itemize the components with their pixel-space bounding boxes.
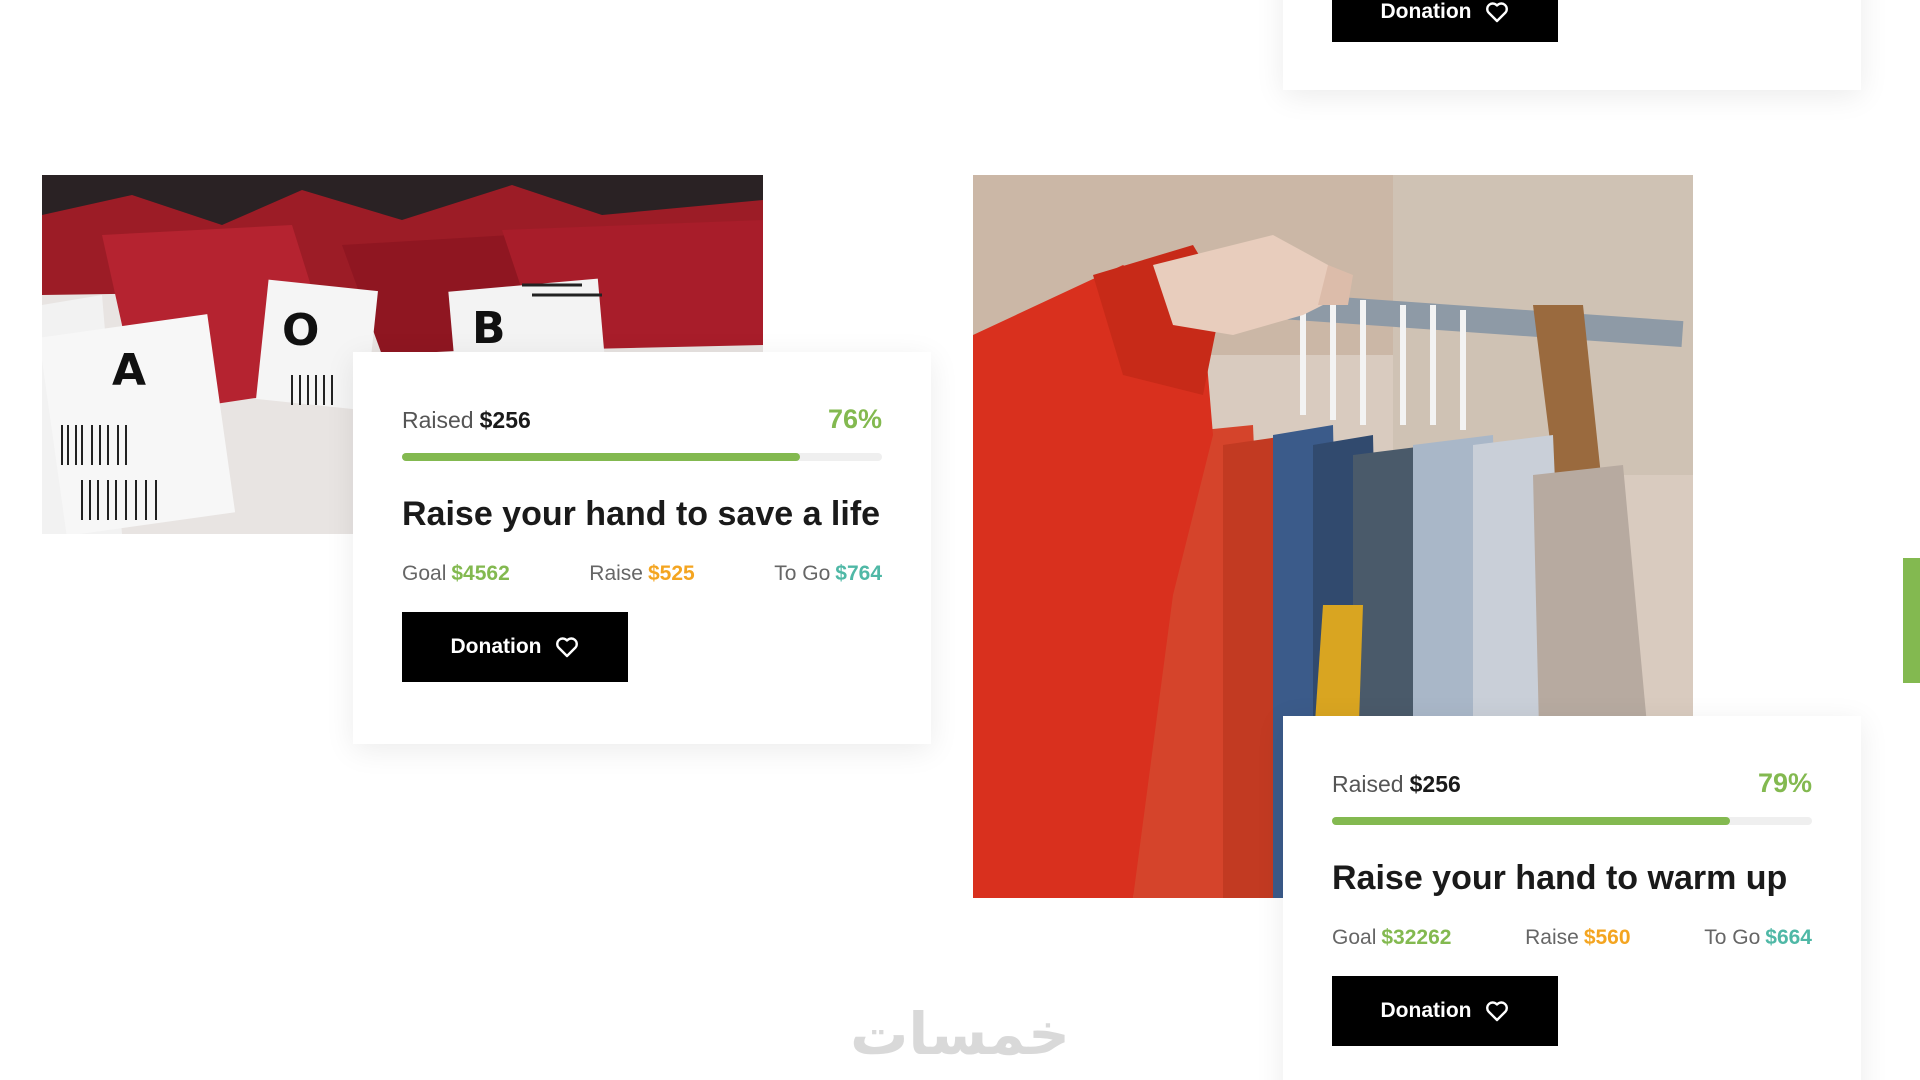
goal-label: Goal bbox=[402, 562, 447, 585]
campaign-card-top: Donation bbox=[1283, 0, 1861, 90]
svg-text:B: B bbox=[472, 303, 506, 354]
donate-button-label: Donation bbox=[450, 635, 542, 658]
raised-label: Raised bbox=[1332, 771, 1404, 797]
raise-stat: Raise $560 bbox=[1525, 926, 1630, 950]
raise-label: Raise bbox=[1525, 926, 1579, 949]
raise-value: $560 bbox=[1583, 926, 1631, 949]
progress-percent: 76% bbox=[827, 404, 882, 434]
heart-icon bbox=[1486, 2, 1509, 23]
togo-value: $664 bbox=[1765, 926, 1812, 949]
raise-value: $525 bbox=[648, 562, 695, 585]
campaign-title[interactable]: Raise your hand to warm up bbox=[1332, 859, 1812, 898]
scrollbar-thumb[interactable] bbox=[1903, 558, 1920, 683]
progress-bar-fill bbox=[402, 453, 801, 461]
goal-value: $32262 bbox=[1381, 926, 1452, 949]
heart-icon bbox=[1486, 1001, 1509, 1022]
progress-bar-fill bbox=[1332, 817, 1731, 825]
goal-stat: Goal $32262 bbox=[1332, 926, 1451, 950]
goal-label: Goal bbox=[1332, 926, 1377, 949]
campaign-title[interactable]: Raise your hand to save a life bbox=[402, 495, 882, 534]
campaign-card: Raised $256 79% Raise your hand to warm u… bbox=[1283, 716, 1861, 1080]
svg-text:O: O bbox=[282, 305, 319, 356]
raised-row: Raised $256 79% bbox=[1332, 768, 1812, 799]
donate-button-top[interactable]: Donation bbox=[1332, 0, 1558, 42]
stats-row: Goal $32262 Raise $560 To Go $664 bbox=[1332, 926, 1812, 950]
raised-value: $256 bbox=[1409, 771, 1461, 797]
goal-stat: Goal $4562 bbox=[402, 562, 510, 586]
raise-stat: Raise $525 bbox=[589, 562, 694, 586]
raised-value: $256 bbox=[479, 407, 531, 433]
togo-value: $764 bbox=[835, 562, 882, 585]
togo-label: To Go bbox=[1704, 926, 1761, 949]
progress-bar bbox=[1332, 817, 1812, 825]
goal-value: $4562 bbox=[451, 562, 510, 585]
svg-text:A: A bbox=[112, 345, 146, 396]
togo-stat: To Go $764 bbox=[774, 562, 882, 586]
watermark-logo: خمسات bbox=[850, 1000, 1070, 1068]
donate-button-label: Donation bbox=[1380, 999, 1472, 1022]
donate-button[interactable]: Donation bbox=[1332, 976, 1558, 1046]
page: Donation A O B Raised $256 76% Raise you… bbox=[0, 0, 1920, 1080]
campaign-card: Raised $256 76% Raise your hand to save a… bbox=[353, 352, 931, 744]
raised-row: Raised $256 76% bbox=[402, 404, 882, 435]
togo-stat: To Go $664 bbox=[1704, 926, 1812, 950]
togo-label: To Go bbox=[774, 562, 831, 585]
stats-row: Goal $4562 Raise $525 To Go $764 bbox=[402, 562, 882, 586]
heart-icon bbox=[556, 637, 579, 658]
donate-button-label: Donation bbox=[1380, 0, 1472, 23]
raised-label: Raised bbox=[402, 407, 474, 433]
raise-label: Raise bbox=[589, 562, 643, 585]
progress-bar bbox=[402, 453, 882, 461]
donate-button[interactable]: Donation bbox=[402, 612, 628, 682]
progress-percent: 79% bbox=[1757, 768, 1812, 798]
